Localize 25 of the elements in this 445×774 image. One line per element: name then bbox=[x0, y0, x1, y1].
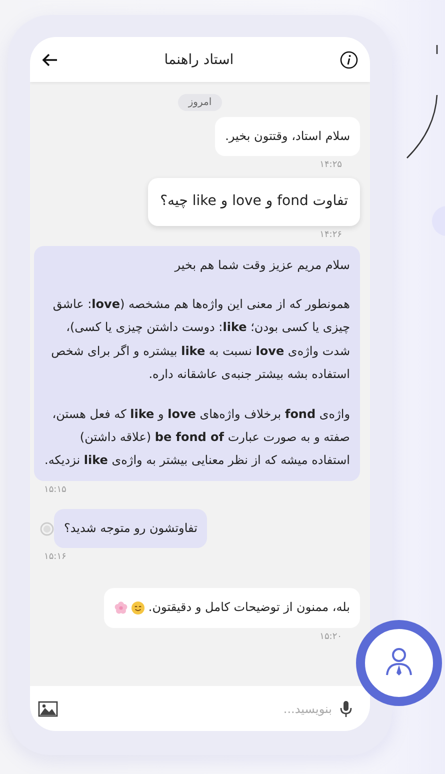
message-time: ۱۵:۱۵ bbox=[44, 484, 66, 495]
image-icon bbox=[38, 700, 58, 716]
message-text: تفاوتشون رو متوجه شدید؟ bbox=[64, 520, 198, 537]
image-attach-button[interactable] bbox=[38, 700, 58, 716]
microphone-button[interactable] bbox=[340, 700, 352, 718]
message-text: سلام مریم عزیز وقت شما هم بخیر bbox=[173, 256, 350, 274]
flower-icon bbox=[114, 600, 128, 615]
back-arrow-icon bbox=[42, 52, 58, 66]
message-time: ۱۵:۲۰ bbox=[320, 632, 342, 642]
chat-title: استاد راهنما bbox=[164, 52, 234, 68]
message-input[interactable]: بنویسید... bbox=[64, 700, 334, 716]
message-text: بله، ممنون از توضیحات کامل و دقیقتون. bbox=[114, 596, 350, 620]
message-time: ۱۵:۱۶ bbox=[44, 552, 66, 562]
message-text: تفاوت fond و love و like چیه؟ bbox=[160, 192, 348, 212]
smiley-icon bbox=[40, 522, 54, 536]
message-time: ۱۴:۲۶ bbox=[320, 230, 342, 240]
smile-icon bbox=[131, 600, 146, 615]
info-icon bbox=[340, 50, 358, 68]
message-time: ۱۴:۲۵ bbox=[320, 160, 342, 170]
info-button[interactable] bbox=[340, 50, 358, 68]
microphone-icon bbox=[340, 700, 352, 718]
message-field[interactable]: بنویسید... bbox=[30, 686, 370, 731]
back-arrow-button[interactable] bbox=[42, 52, 58, 66]
date-chip: امروز bbox=[178, 94, 222, 111]
message-text: سلام استاد، وقتتون بخیر. bbox=[225, 128, 350, 145]
